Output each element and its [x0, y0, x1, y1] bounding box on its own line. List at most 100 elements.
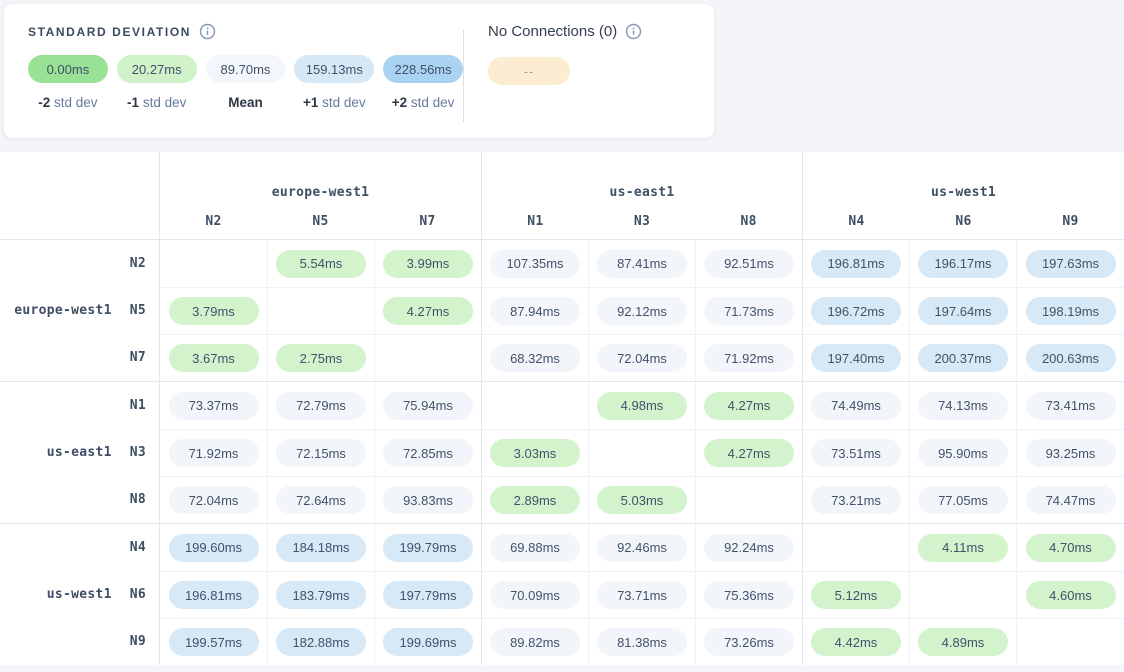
latency-cell: 4.42ms: [802, 619, 909, 665]
latency-pill: 199.79ms: [383, 534, 473, 562]
row-label-cell: N4: [0, 524, 159, 571]
row-group-us-west1: N4us-west1N6N9199.60ms184.18ms199.79ms69…: [0, 523, 1124, 665]
row-node-label: N1: [130, 398, 146, 413]
column-node-row: N2N5N7: [160, 214, 481, 229]
latency-pill: 74.49ms: [811, 392, 901, 420]
latency-pill: 72.04ms: [169, 486, 259, 514]
self-cell: [802, 524, 909, 571]
latency-cell: 107.35ms: [481, 240, 588, 287]
latency-cell: 3.79ms: [160, 288, 267, 334]
latency-pill: 107.35ms: [490, 250, 580, 278]
latency-cell: 196.17ms: [909, 240, 1016, 287]
latency-cell: 4.11ms: [909, 524, 1016, 571]
latency-cell: 2.75ms: [267, 335, 374, 381]
self-cell: [1016, 619, 1124, 665]
row-group-label: N4us-west1N6 N9: [0, 524, 160, 665]
latency-pill: 87.41ms: [597, 250, 687, 278]
latency-cell: 68.32ms: [481, 335, 588, 381]
latency-pill: 74.13ms: [918, 392, 1008, 420]
latency-pill: 92.51ms: [704, 250, 794, 278]
latency-cell: 74.49ms: [802, 382, 909, 429]
latency-pill: 196.17ms: [918, 250, 1008, 278]
latency-cell: 5.12ms: [802, 572, 909, 618]
legend-label: +1 std dev: [294, 95, 374, 110]
row-group-us-east1: N1us-east1N3N873.37ms72.79ms75.94ms4.98m…: [0, 381, 1124, 523]
latency-pill: 197.79ms: [383, 581, 473, 609]
row-node-label: N2: [130, 256, 146, 271]
no-connections-title: No Connections (0): [488, 23, 617, 40]
latency-cell: 73.26ms: [695, 619, 802, 665]
column-region-label: europe-west1: [160, 185, 481, 200]
latency-cell: 197.79ms: [374, 572, 481, 618]
legend-label: +2 std dev: [383, 95, 463, 110]
latency-cell: 70.09ms: [481, 572, 588, 618]
latency-cell: 2.89ms: [481, 477, 588, 523]
latency-pill: 2.75ms: [276, 344, 366, 372]
row-node-label: N6: [130, 587, 146, 602]
latency-pill: 3.67ms: [169, 344, 259, 372]
matrix-body: N2europe-west1N5N75.54ms3.99ms107.35ms87…: [0, 240, 1124, 665]
row-group-rows: 73.37ms72.79ms75.94ms4.98ms4.27ms74.49ms…: [160, 382, 1124, 523]
latency-cell: 71.92ms: [695, 335, 802, 381]
latency-cell: 71.73ms: [695, 288, 802, 334]
latency-pill: 199.57ms: [169, 628, 259, 656]
row-node-label: N8: [130, 492, 146, 507]
latency-pill: 92.46ms: [597, 534, 687, 562]
column-region-label: us-east1: [482, 185, 802, 200]
latency-pill: 183.79ms: [276, 581, 366, 609]
column-node-row: N1N3N8: [482, 214, 802, 229]
latency-pill: 184.18ms: [276, 534, 366, 562]
legend-labels: -2 std dev-1 std devMean+1 std dev+2 std…: [28, 95, 463, 110]
latency-pill: 95.90ms: [918, 439, 1008, 467]
column-node-label: N2: [160, 214, 267, 229]
self-cell: [695, 477, 802, 523]
matrix-row-N6: 196.81ms183.79ms197.79ms70.09ms73.71ms75…: [160, 571, 1124, 618]
latency-pill: 74.47ms: [1026, 486, 1116, 514]
latency-pill: 69.88ms: [490, 534, 580, 562]
latency-pill: 71.92ms: [169, 439, 259, 467]
latency-cell: 199.69ms: [374, 619, 481, 665]
row-group-europe-west1: N2europe-west1N5N75.54ms3.99ms107.35ms87…: [0, 240, 1124, 381]
latency-cell: 87.41ms: [588, 240, 695, 287]
legend-label: -2 std dev: [28, 95, 108, 110]
latency-pill: 73.71ms: [597, 581, 687, 609]
latency-pill: 72.85ms: [383, 439, 473, 467]
row-label-cell: us-west1N6: [0, 571, 159, 618]
latency-cell: 93.83ms: [374, 477, 481, 523]
latency-cell: 3.67ms: [160, 335, 267, 381]
latency-pill: 87.94ms: [490, 297, 580, 325]
row-label-cell: N9: [0, 618, 159, 665]
latency-pill: 73.41ms: [1026, 392, 1116, 420]
latency-pill: 3.79ms: [169, 297, 259, 325]
info-icon[interactable]: [199, 23, 216, 40]
latency-pill: 71.73ms: [704, 297, 794, 325]
self-cell: [481, 382, 588, 429]
latency-pill: 200.63ms: [1026, 344, 1116, 372]
matrix-row-N4: 199.60ms184.18ms199.79ms69.88ms92.46ms92…: [160, 524, 1124, 571]
latency-cell: 196.81ms: [802, 240, 909, 287]
latency-pill: 72.15ms: [276, 439, 366, 467]
latency-cell: 92.51ms: [695, 240, 802, 287]
latency-pill: 92.12ms: [597, 297, 687, 325]
latency-pill: 2.89ms: [490, 486, 580, 514]
legend-pill: 20.27ms: [117, 55, 197, 83]
latency-cell: 74.13ms: [909, 382, 1016, 429]
column-node-row: N4N6N9: [803, 214, 1124, 229]
latency-cell: 4.98ms: [588, 382, 695, 429]
latency-pill: 72.04ms: [597, 344, 687, 372]
row-group-rows: 5.54ms 3.99ms 107.35ms 87.41ms 92.51ms 196.81…: [160, 240, 1124, 381]
row-node-label: N9: [130, 634, 146, 649]
column-node-label: N1: [482, 214, 589, 229]
latency-pill: 3.99ms: [383, 250, 473, 278]
matrix-row-N9: 199.57ms182.88ms199.69ms89.82ms81.38ms73…: [160, 618, 1124, 665]
latency-cell: 69.88ms: [481, 524, 588, 571]
info-icon[interactable]: [625, 23, 642, 40]
column-group-us-west1: us-west1N4N6N9: [802, 152, 1124, 239]
latency-cell: 5.54ms: [267, 240, 374, 287]
matrix-row-N1: 73.37ms72.79ms75.94ms4.98ms4.27ms74.49ms…: [160, 382, 1124, 429]
latency-cell: 93.25ms: [1016, 430, 1124, 476]
latency-cell: 4.27ms: [374, 288, 481, 334]
latency-cell: 92.46ms: [588, 524, 695, 571]
latency-cell: 73.71ms: [588, 572, 695, 618]
latency-cell: 198.19ms: [1016, 288, 1124, 334]
